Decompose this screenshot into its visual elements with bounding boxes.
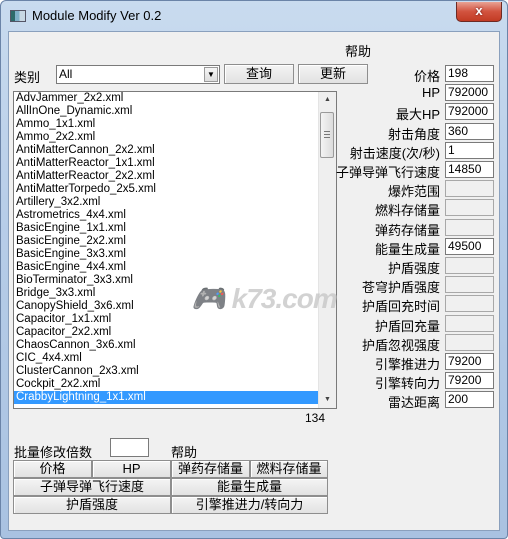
property-label: 苍穹护盾强度 bbox=[361, 280, 440, 296]
title-bar[interactable]: Module Modify Ver 0.2 x bbox=[1, 1, 507, 31]
list-item[interactable]: Ammo_1x1.xml bbox=[14, 118, 318, 131]
property-label: 护盾回充量 bbox=[374, 318, 440, 334]
property-field bbox=[445, 276, 494, 294]
grip-line bbox=[324, 137, 330, 138]
list-item[interactable]: BasicEngine_4x4.xml bbox=[14, 261, 318, 274]
scroll-up-icon[interactable]: ▲ bbox=[319, 92, 336, 108]
list-item[interactable]: Astrometrics_4x4.xml bbox=[14, 209, 318, 222]
property-label: 雷达距离 bbox=[387, 395, 440, 411]
list-item[interactable]: CrabbyLightning_1x1.xml bbox=[14, 391, 318, 404]
grip-line bbox=[324, 131, 330, 132]
update-button[interactable]: 更新 bbox=[298, 64, 368, 84]
property-field[interactable]: 200 bbox=[445, 391, 494, 409]
list-item[interactable]: Cockpit_2x2.xml bbox=[14, 378, 318, 391]
close-icon: x bbox=[475, 3, 483, 18]
app-window: Module Modify Ver 0.2 x 帮助 类别 All ▼ 查询 更… bbox=[0, 0, 508, 539]
help-link-top[interactable]: 帮助 bbox=[345, 41, 371, 60]
property-label: 护盾忽视强度 bbox=[361, 337, 440, 353]
chevron-down-icon[interactable]: ▼ bbox=[204, 67, 218, 82]
property-label: HP bbox=[421, 85, 440, 101]
batch-price-button[interactable]: 价格 bbox=[13, 460, 92, 478]
property-field bbox=[445, 180, 494, 198]
property-label: 燃料存储量 bbox=[374, 203, 440, 219]
property-field bbox=[445, 199, 494, 217]
window-title: Module Modify Ver 0.2 bbox=[32, 8, 162, 23]
property-field[interactable]: 79200 bbox=[445, 372, 494, 390]
property-field bbox=[445, 257, 494, 274]
list-item[interactable]: BasicEngine_2x2.xml bbox=[14, 235, 318, 248]
list-item[interactable]: AdvJammer_2x2.xml bbox=[14, 92, 318, 105]
batch-multiplier-label: 批量修改倍数 bbox=[14, 445, 93, 460]
property-field bbox=[445, 218, 494, 236]
property-label: 护盾回充时间 bbox=[361, 299, 440, 315]
item-count: 134 bbox=[305, 411, 326, 425]
property-field bbox=[445, 333, 494, 351]
list-item[interactable]: AntiMatterCannon_2x2.xml bbox=[14, 144, 318, 157]
property-label: 引擎推进力 bbox=[374, 357, 440, 372]
list-scrollbar[interactable]: ▲ ▼ bbox=[318, 92, 336, 408]
batch-button-grid: 价格 HP 弹药存储量 燃料存储量 子弹导弹飞行速度 能量生成量 护盾强度 引擎… bbox=[13, 460, 328, 515]
property-label: 护盾强度 bbox=[387, 261, 440, 276]
list-item[interactable]: AntiMatterReactor_2x2.xml bbox=[14, 170, 318, 183]
app-icon bbox=[10, 10, 26, 22]
property-label: 弹药存储量 bbox=[374, 222, 440, 238]
category-select[interactable]: All ▼ bbox=[56, 65, 220, 84]
property-label: 最大HP bbox=[395, 107, 440, 123]
list-item[interactable]: Artillery_3x2.xml bbox=[14, 196, 318, 209]
property-field[interactable]: 1 bbox=[445, 141, 494, 159]
list-item[interactable]: ClusterCannon_2x3.xml bbox=[14, 365, 318, 378]
property-field[interactable]: 49500 bbox=[445, 237, 494, 255]
property-field[interactable]: 79200 bbox=[445, 353, 494, 370]
category-label: 类别 bbox=[14, 70, 41, 85]
property-field[interactable]: 14850 bbox=[445, 161, 494, 178]
batch-shield-strength-button[interactable]: 护盾强度 bbox=[13, 496, 171, 514]
watermark: 🎮 k73.com bbox=[191, 282, 338, 315]
client-area: 帮助 类别 All ▼ 查询 更新 AdvJammer_2x2.xml AllIn… bbox=[8, 31, 500, 531]
property-label: 爆炸范围 bbox=[387, 184, 440, 200]
query-button[interactable]: 查询 bbox=[224, 64, 294, 84]
property-field[interactable]: 198 bbox=[445, 65, 494, 82]
batch-hp-button[interactable]: HP bbox=[92, 460, 171, 478]
property-label: 射击角度 bbox=[387, 126, 440, 142]
list-item[interactable]: Ammo_2x2.xml bbox=[14, 131, 318, 144]
scroll-down-icon[interactable]: ▼ bbox=[319, 392, 336, 408]
list-item[interactable]: ChaosCannon_3x6.xml bbox=[14, 339, 318, 352]
module-list-items: AdvJammer_2x2.xml AllInOne_Dynamic.xml Amm… bbox=[14, 92, 336, 404]
list-item[interactable]: BasicEngine_1x1.xml bbox=[14, 222, 318, 235]
property-field[interactable]: 360 bbox=[445, 122, 494, 140]
property-label: 子弹导弹飞行速度 bbox=[335, 165, 440, 180]
batch-ammo-storage-button[interactable]: 弹药存储量 bbox=[171, 460, 250, 478]
list-item[interactable]: Capacitor_2x2.xml bbox=[14, 326, 318, 339]
batch-multiplier-input[interactable] bbox=[110, 438, 149, 457]
property-label: 引擎转向力 bbox=[374, 376, 440, 392]
property-label: 射击速度(次/秒) bbox=[349, 145, 440, 161]
property-field[interactable]: 792000 bbox=[445, 103, 494, 121]
batch-fuel-storage-button[interactable]: 燃料存储量 bbox=[250, 460, 328, 478]
property-label: 能量生成量 bbox=[374, 241, 440, 257]
batch-engine-button[interactable]: 引擎推进力/转向力 bbox=[171, 496, 328, 514]
list-item[interactable]: AntiMatterReactor_1x1.xml bbox=[14, 157, 318, 170]
batch-projectile-speed-button[interactable]: 子弹导弹飞行速度 bbox=[13, 478, 171, 496]
gamepad-icon: 🎮 bbox=[191, 283, 226, 314]
property-field bbox=[445, 295, 494, 313]
watermark-text: k73.com bbox=[231, 283, 338, 314]
scroll-thumb[interactable] bbox=[320, 112, 334, 158]
module-list[interactable]: AdvJammer_2x2.xml AllInOne_Dynamic.xml Amm… bbox=[13, 91, 337, 409]
property-field[interactable]: 792000 bbox=[445, 84, 494, 102]
list-item[interactable]: AntiMatterTorpedo_2x5.xml bbox=[14, 183, 318, 196]
grip-line bbox=[324, 134, 330, 135]
category-value: All bbox=[59, 67, 73, 81]
property-field bbox=[445, 314, 494, 332]
list-item[interactable]: AllInOne_Dynamic.xml bbox=[14, 105, 318, 118]
batch-help-link[interactable]: 帮助 bbox=[171, 442, 197, 461]
batch-energy-gen-button[interactable]: 能量生成量 bbox=[171, 478, 328, 496]
close-button[interactable]: x bbox=[456, 2, 502, 22]
property-label: 价格 bbox=[413, 69, 440, 84]
list-item[interactable]: CIC_4x4.xml bbox=[14, 352, 318, 365]
list-item[interactable]: BasicEngine_3x3.xml bbox=[14, 248, 318, 261]
